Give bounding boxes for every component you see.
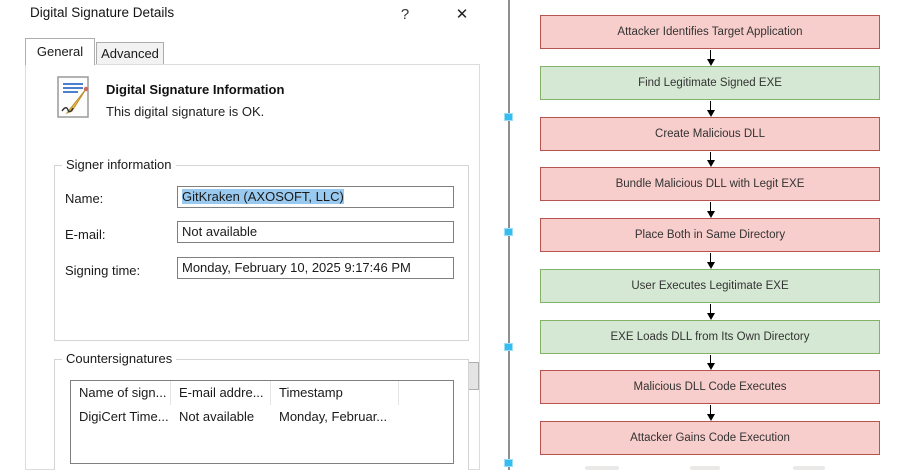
arrow-down-icon <box>705 101 716 117</box>
divider-selection-handle[interactable] <box>504 113 513 121</box>
countersignature-row[interactable]: DigiCert Time... Not available Monday, F… <box>71 405 453 427</box>
column-header-name[interactable]: Name of sign... <box>71 381 171 405</box>
signature-info-heading: Digital Signature Information <box>106 82 284 97</box>
dialog-title: Digital Signature Details <box>30 5 174 20</box>
flow-step-3[interactable]: Create Malicious DLL <box>540 117 880 151</box>
flow-step-9[interactable]: Attacker Gains Code Execution <box>540 421 880 455</box>
cutoff-fragment <box>585 466 619 470</box>
flow-step-4[interactable]: Bundle Malicious DLL with Legit EXE <box>540 167 880 201</box>
signature-status-text: This digital signature is OK. <box>106 104 264 119</box>
countersignature-email-cell: Not available <box>171 409 271 424</box>
countersignature-name-cell: DigiCert Time... <box>71 409 171 424</box>
flow-step-2[interactable]: Find Legitimate Signed EXE <box>540 66 880 100</box>
signing-time-field[interactable]: Monday, February 10, 2025 9:17:46 PM <box>177 257 454 279</box>
column-header-timestamp[interactable]: Timestamp <box>271 381 399 405</box>
cutoff-fragment <box>793 466 825 470</box>
signer-information-group: Signer information Name: GitKraken (AXOS… <box>54 165 469 341</box>
countersignatures-legend: Countersignatures <box>62 351 176 366</box>
tab-advanced[interactable]: Advanced <box>96 42 164 65</box>
column-header-filler <box>399 381 451 405</box>
arrow-down-icon <box>705 304 716 320</box>
countersignatures-group: Countersignatures Name of sign... E-mail… <box>54 359 469 470</box>
name-field[interactable]: GitKraken (AXOSOFT, LLC) <box>177 186 454 208</box>
close-icon[interactable]: ✕ <box>450 2 474 26</box>
signing-time-label: Signing time: <box>65 263 140 278</box>
arrow-down-icon <box>705 355 716 370</box>
flow-step-6[interactable]: User Executes Legitimate EXE <box>540 269 880 303</box>
arrow-down-icon <box>705 202 716 218</box>
email-field[interactable]: Not available <box>177 221 454 243</box>
flow-step-8[interactable]: Malicious DLL Code Executes <box>540 370 880 404</box>
countersignature-timestamp-cell: Monday, Februar... <box>271 409 399 424</box>
divider-selection-handle[interactable] <box>504 459 513 467</box>
countersignatures-header: Name of sign... E-mail addre... Timestam… <box>71 381 453 405</box>
flow-step-1[interactable]: Attacker Identifies Target Application <box>540 15 880 49</box>
general-tab-panel: Digital Signature Information This digit… <box>25 64 480 470</box>
signer-information-legend: Signer information <box>62 157 176 172</box>
email-label: E-mail: <box>65 227 105 242</box>
tab-general[interactable]: General <box>25 38 95 65</box>
name-label: Name: <box>65 191 103 206</box>
cutoff-fragment <box>690 466 720 470</box>
arrow-down-icon <box>705 50 716 66</box>
arrow-down-icon <box>705 152 716 167</box>
arrow-down-icon <box>705 253 716 269</box>
column-header-email[interactable]: E-mail addre... <box>171 381 271 405</box>
name-value-selected: GitKraken (AXOSOFT, LLC) <box>182 189 344 204</box>
arrow-down-icon <box>705 405 716 421</box>
divider-selection-handle[interactable] <box>504 228 513 236</box>
flow-step-7[interactable]: EXE Loads DLL from Its Own Directory <box>540 320 880 354</box>
divider-selection-handle[interactable] <box>504 343 513 351</box>
screenshot-root: Digital Signature Details ? ✕ General Ad… <box>0 0 900 470</box>
signed-document-icon <box>56 76 94 120</box>
flow-step-5[interactable]: Place Both in Same Directory <box>540 218 880 252</box>
countersignatures-list[interactable]: Name of sign... E-mail addre... Timestam… <box>70 380 454 464</box>
help-icon[interactable]: ? <box>394 3 416 25</box>
